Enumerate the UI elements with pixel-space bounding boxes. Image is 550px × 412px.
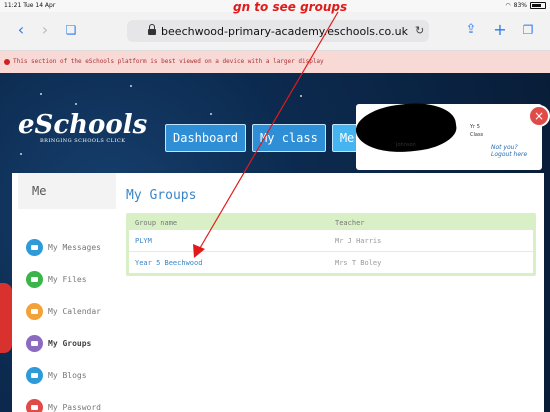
forward-icon[interactable]: ›	[36, 21, 54, 39]
page-title: My Groups	[126, 188, 197, 203]
annotation-text: gn to see groups	[233, 0, 348, 14]
bookmarks-icon[interactable]: ❏	[62, 21, 80, 39]
close-icon[interactable]: ×	[528, 105, 550, 127]
star-decoration	[210, 113, 212, 115]
eschools-logo[interactable]: eSchools BRINGING SCHOOLS CLICK	[18, 110, 147, 144]
sidebar-item-files[interactable]: My Files	[18, 263, 116, 295]
eschools-app: eSchools BRINGING SCHOOLS CLICK Dashboar…	[0, 73, 550, 412]
blog-icon	[26, 366, 43, 384]
back-icon[interactable]: ‹	[12, 21, 30, 39]
status-time-text: 11:21	[4, 2, 22, 9]
groups-table: Group name Teacher PLYM Mr J Harris Year…	[126, 213, 536, 276]
column-header: Group name	[135, 219, 178, 227]
status-right: ◠ 83%	[505, 2, 546, 9]
content-panel: Me My Messages My Files My Calendar My G…	[12, 173, 544, 412]
group-name-link[interactable]: Year 5 Beechwood	[129, 259, 335, 267]
group-name-link[interactable]: PLYM	[129, 237, 335, 245]
table-header: Group name Teacher	[129, 216, 533, 230]
user-name: Johnson	[396, 142, 416, 148]
table-row[interactable]: PLYM Mr J Harris	[129, 230, 533, 252]
battery-icon	[530, 2, 546, 9]
sidebar-item-label: My Messages	[48, 242, 101, 252]
star-decoration	[40, 93, 42, 95]
sidebar-item-label: My Files	[48, 274, 87, 284]
teacher-name: Mr J Harris	[335, 236, 382, 245]
status-date-text: Tue 14 Apr	[23, 2, 56, 9]
folder-icon	[26, 270, 43, 288]
user-card: Johnson Yr 5 Class Not you? Logout here	[353, 97, 542, 170]
sidebar: My Messages My Files My Calendar My Grou…	[18, 231, 116, 412]
sidebar-item-label: My Password	[48, 402, 101, 412]
sidebar-item-password[interactable]: My Password	[18, 391, 116, 412]
group-icon	[26, 334, 43, 352]
lock-icon	[26, 398, 43, 412]
sidebar-item-blogs[interactable]: My Blogs	[18, 359, 116, 391]
browser-toolbar: ‹ › ❏ beechwood-primary-academy.eschools…	[0, 12, 550, 51]
sidebar-item-groups[interactable]: My Groups	[18, 327, 116, 359]
star-decoration	[20, 153, 22, 155]
star-decoration	[75, 103, 77, 105]
redaction-scribble	[353, 97, 459, 159]
new-tab-icon[interactable]: +	[491, 21, 509, 39]
rocket-decoration	[0, 283, 12, 353]
sidebar-item-label: My Calendar	[48, 306, 101, 316]
tab-my-class[interactable]: My class	[252, 124, 326, 152]
teacher-name: Mrs T Boley	[335, 258, 382, 267]
envelope-icon	[26, 238, 43, 256]
battery-percent: 83%	[513, 2, 527, 9]
share-icon[interactable]: ⇪	[462, 21, 480, 39]
user-year: Yr 5	[470, 124, 480, 130]
calendar-icon	[26, 302, 43, 320]
device-notice: This section of the eSchools platform is…	[0, 51, 550, 73]
main-tabs: Dashboard My class Me	[165, 124, 363, 152]
column-header: Teacher	[335, 219, 365, 227]
logout-link[interactable]: Not you? Logout here	[491, 144, 531, 158]
sidebar-item-calendar[interactable]: My Calendar	[18, 295, 116, 327]
user-class: Yr 5 Class	[470, 123, 483, 139]
lock-icon	[148, 24, 157, 35]
notice-text: This section of the eSchools platform is…	[13, 58, 324, 65]
star-decoration	[300, 95, 302, 97]
section-title: Me	[18, 173, 116, 209]
reload-icon[interactable]: ↻	[415, 24, 424, 37]
status-time: 11:21 Tue 14 Apr	[4, 2, 55, 9]
sidebar-item-label: My Groups	[48, 338, 92, 348]
logo-text: eSchools	[18, 110, 148, 140]
tab-dashboard[interactable]: Dashboard	[165, 124, 247, 152]
table-row[interactable]: Year 5 Beechwood Mrs T Boley	[129, 252, 533, 273]
url-text: beechwood-primary-academy.eschools.co.uk	[161, 24, 408, 38]
sidebar-item-messages[interactable]: My Messages	[18, 231, 116, 263]
wifi-icon: ◠	[505, 2, 511, 9]
star-decoration	[130, 85, 132, 87]
sidebar-item-label: My Blogs	[48, 370, 87, 380]
tabs-icon[interactable]: ❐	[519, 21, 537, 39]
info-icon	[4, 58, 10, 65]
user-class-label: Class	[470, 132, 484, 138]
address-bar[interactable]: beechwood-primary-academy.eschools.co.uk	[127, 20, 429, 42]
